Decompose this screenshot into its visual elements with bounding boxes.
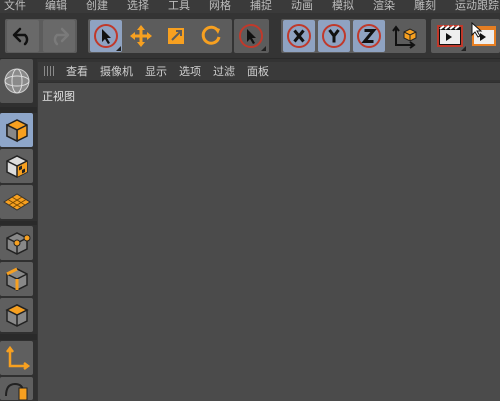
model-mode-icon — [5, 119, 28, 143]
viewport-menu-panel[interactable]: 面板 — [247, 63, 269, 79]
texture-mode-button[interactable] — [0, 149, 33, 183]
viewport-menu-options[interactable]: 选项 — [179, 63, 201, 79]
undo-icon — [12, 27, 29, 46]
live-select-button[interactable] — [90, 20, 122, 52]
axis-mode-button[interactable] — [0, 341, 33, 375]
sidebar-divider — [0, 334, 37, 340]
tool-options-indicator — [461, 46, 466, 51]
scale-icon — [168, 28, 184, 44]
viewport-menu-filter[interactable]: 过滤 — [213, 63, 235, 79]
tool-options-indicator — [261, 46, 266, 51]
menu-item[interactable]: 运动跟踪 — [455, 0, 499, 13]
edges-mode-button[interactable] — [0, 262, 33, 296]
transform-tools-group — [88, 19, 232, 53]
x-axis-button[interactable] — [283, 20, 315, 52]
y-axis-icon — [322, 24, 346, 48]
undo-button[interactable] — [7, 20, 39, 52]
menu-item[interactable]: 渲染 — [373, 0, 395, 13]
coordinate-system-icon — [392, 25, 417, 49]
redo-button[interactable] — [43, 20, 75, 52]
front-viewport[interactable]: 正视图 — [38, 82, 500, 401]
coordinate-system-button[interactable] — [389, 20, 421, 52]
rotate-button[interactable] — [195, 20, 227, 52]
sidebar-divider — [0, 221, 37, 225]
menu-item[interactable]: 编辑 — [45, 0, 67, 13]
tweak-mode-button[interactable] — [0, 377, 33, 400]
viewport-menu-display[interactable]: 显示 — [145, 63, 167, 79]
polygons-mode-button[interactable] — [0, 298, 33, 332]
workplane-icon — [2, 193, 31, 211]
polygons-mode-icon — [4, 304, 29, 327]
selection-tool-group — [234, 19, 269, 53]
menu-item[interactable]: 动画 — [291, 0, 313, 13]
menu-item[interactable]: 网格 — [209, 0, 231, 13]
workplane-button[interactable] — [0, 185, 33, 219]
tool-options-indicator — [116, 46, 121, 51]
render-to-picture-viewer-button[interactable] — [469, 20, 500, 52]
scale-button[interactable] — [160, 20, 192, 52]
menu-item[interactable]: 创建 — [86, 0, 108, 13]
render-group — [431, 19, 500, 53]
menu-item[interactable]: 模拟 — [332, 0, 354, 13]
menu-item[interactable]: 捕捉 — [250, 0, 272, 13]
tweak-mode-icon — [4, 382, 27, 400]
move-icon — [130, 25, 152, 47]
main-toolbar — [0, 13, 500, 59]
points-mode-icon — [5, 232, 30, 255]
model-mode-button[interactable] — [0, 113, 33, 147]
x-axis-icon — [287, 24, 311, 48]
render-to-picture-viewer-icon — [471, 21, 496, 46]
viewport-title: 正视图 — [42, 90, 75, 103]
viewport-menu-camera[interactable]: 摄像机 — [100, 63, 133, 79]
menubar: 文件编辑创建选择工具网格捕捉动画模拟渲染雕刻运动跟踪运动图形 — [0, 0, 500, 13]
sphere-mode-button[interactable] — [0, 59, 33, 103]
history-group — [5, 19, 77, 53]
menubar-items: 文件编辑创建选择工具网格捕捉动画模拟渲染雕刻运动跟踪运动图形 — [4, 0, 500, 13]
render-view-button[interactable] — [433, 20, 467, 52]
mode-sidebar — [0, 59, 37, 400]
rotate-icon — [201, 25, 221, 45]
viewport-menu-view[interactable]: 查看 — [66, 63, 88, 79]
menu-item[interactable]: 雕刻 — [414, 0, 436, 13]
menu-item[interactable]: 文件 — [4, 0, 26, 13]
edges-mode-icon — [5, 267, 28, 291]
y-axis-button[interactable] — [318, 20, 350, 52]
viewport-menubar: 查看 摄像机 显示 选项 过滤 面板 — [38, 62, 500, 80]
sphere-mode-icon — [4, 68, 29, 94]
texture-mode-icon — [5, 155, 28, 178]
z-axis-button[interactable] — [353, 20, 385, 52]
menu-item[interactable]: 工具 — [168, 0, 190, 13]
points-mode-button[interactable] — [0, 226, 33, 260]
axis-mode-icon — [5, 345, 30, 370]
axis-lock-group — [281, 19, 426, 53]
z-axis-icon — [357, 24, 381, 48]
panel-grip-icon[interactable] — [44, 66, 54, 76]
selection-button[interactable] — [235, 20, 267, 52]
menu-item[interactable]: 选择 — [127, 0, 149, 13]
redo-icon — [53, 27, 70, 46]
move-button[interactable] — [125, 20, 157, 52]
